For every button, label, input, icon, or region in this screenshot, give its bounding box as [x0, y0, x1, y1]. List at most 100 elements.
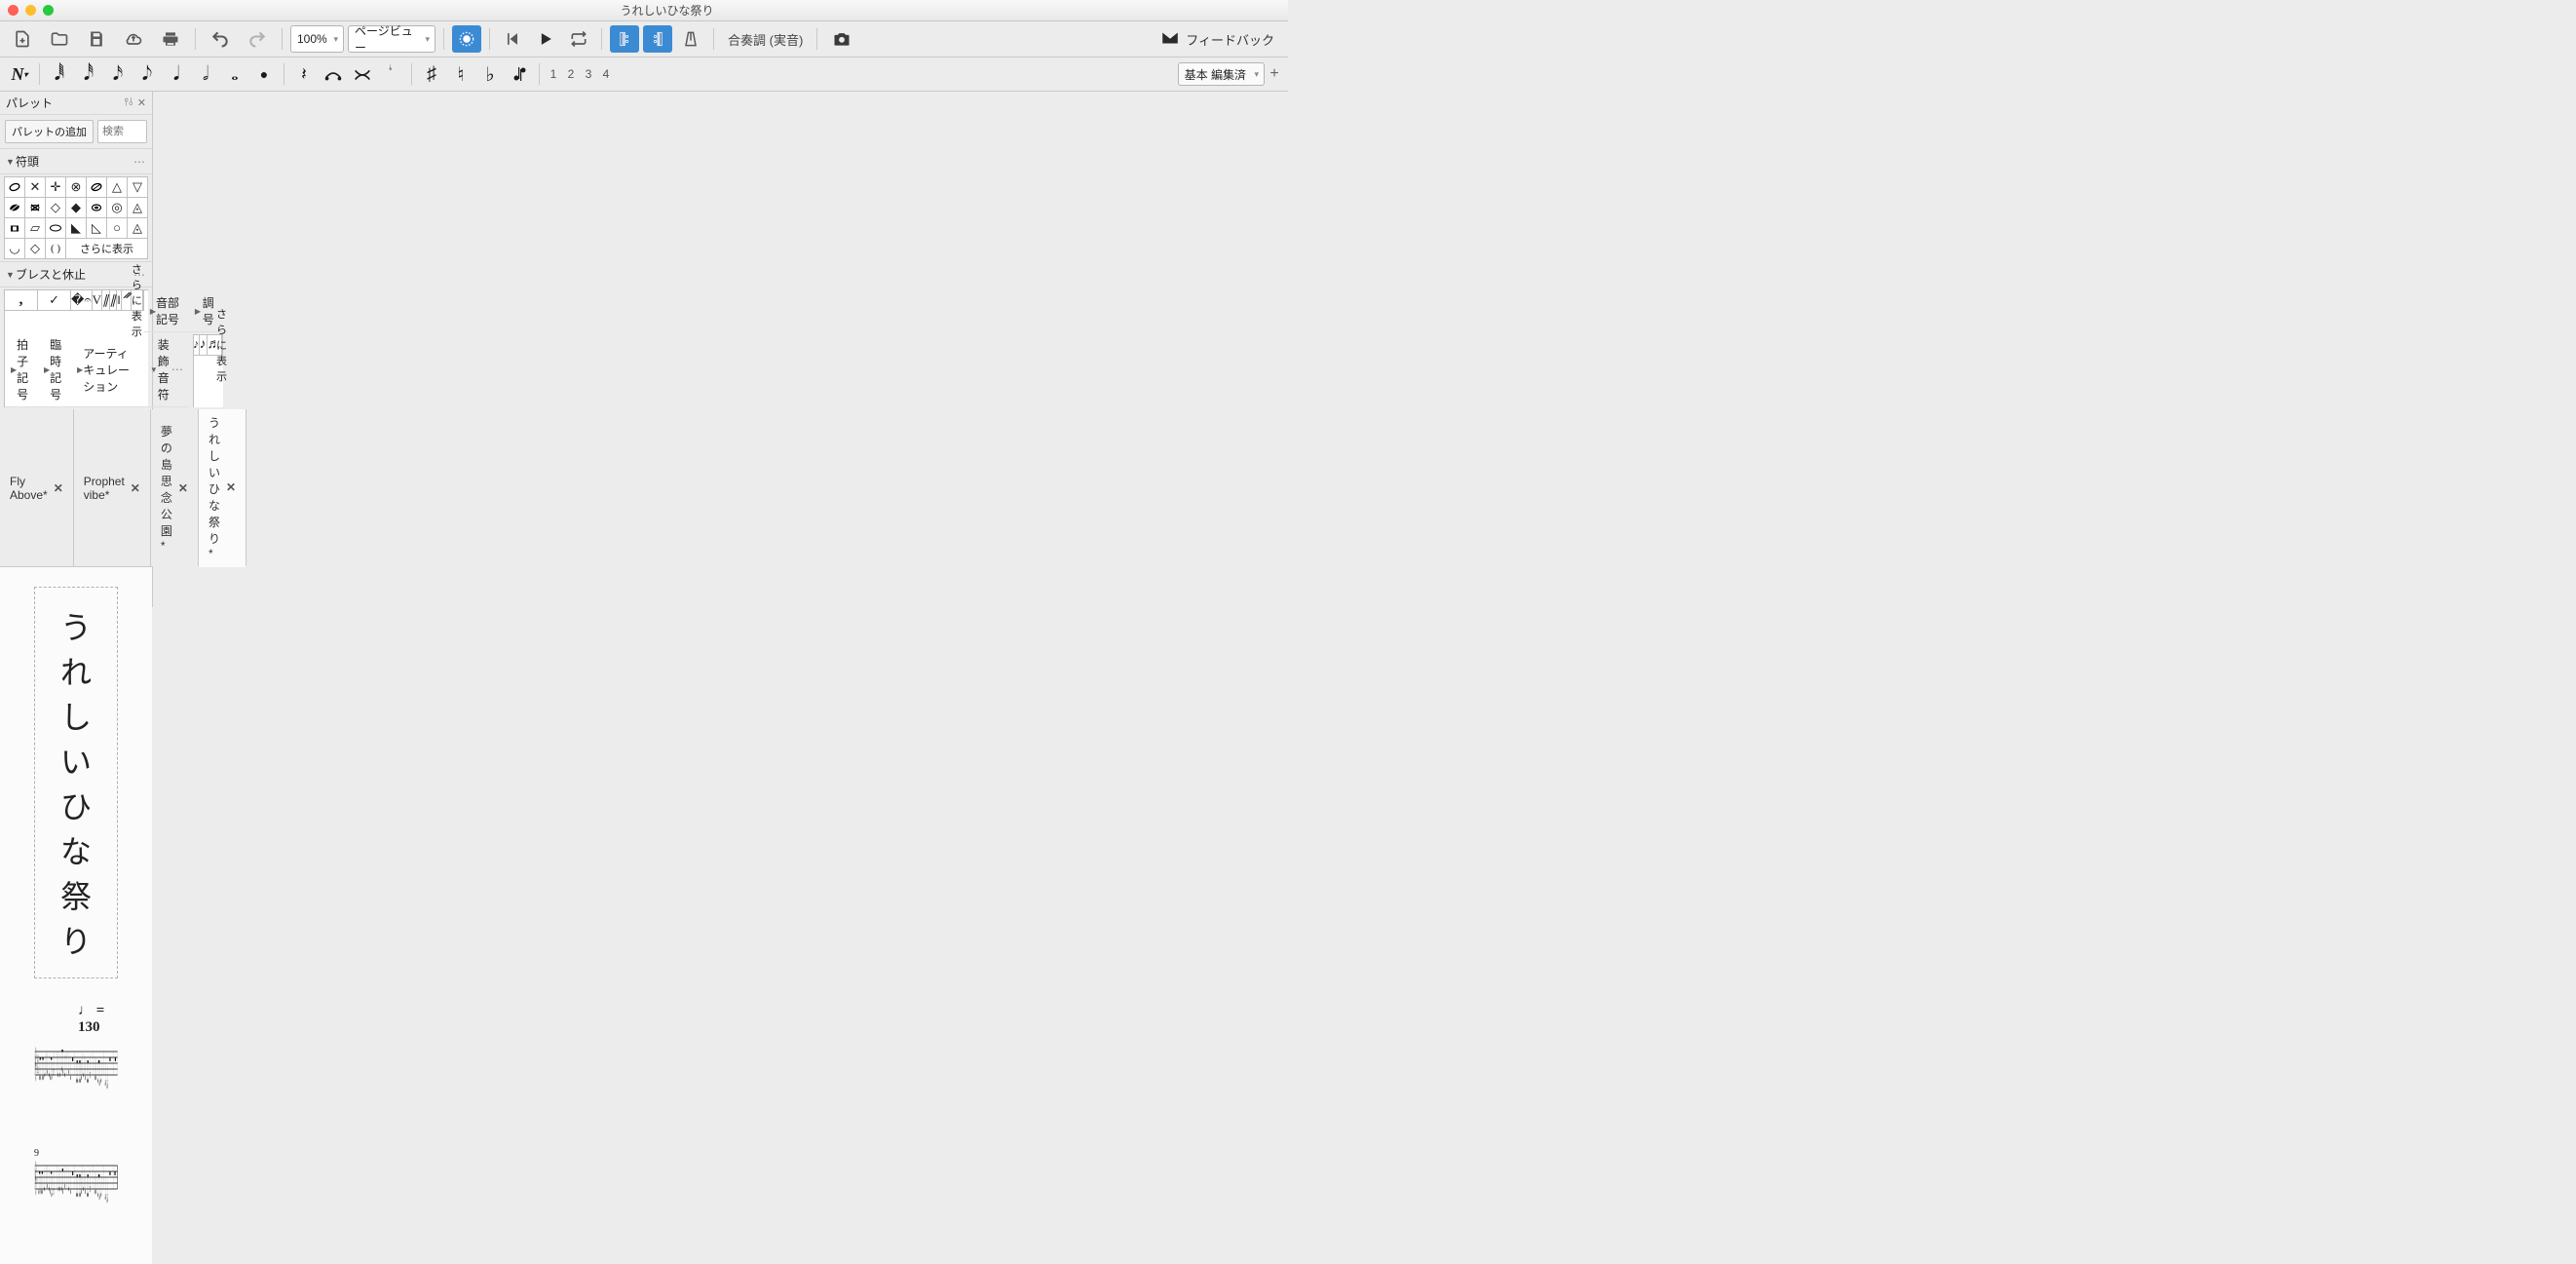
32nd-note-button[interactable]: 𝅘𝅥𝅰	[75, 59, 102, 89]
save-button[interactable]	[80, 25, 113, 53]
notehead-item[interactable]: ◡	[5, 239, 25, 259]
palette-group-gracenotes[interactable]: ▼装飾音符⋯	[144, 332, 189, 407]
flat-button[interactable]: ♭	[476, 59, 504, 89]
close-tab-icon[interactable]: ✕	[54, 481, 63, 495]
breath-item[interactable]: ✓	[38, 290, 71, 311]
gracenote-item[interactable]: ♪	[200, 335, 208, 356]
breath-item[interactable]: 𝄓	[122, 290, 132, 311]
notehead-item[interactable]	[46, 218, 66, 239]
notehead-item[interactable]: ◺	[87, 218, 107, 239]
breath-item[interactable]: ,	[5, 290, 38, 311]
flip-button[interactable]	[506, 59, 533, 89]
staff-system-2[interactable]: 9 𝄞 ♭ ♭	[34, 1152, 118, 1237]
score-title-frame[interactable]: うれしいひな祭り	[34, 587, 118, 978]
voice-4-button[interactable]: 4	[598, 67, 614, 81]
voice-1-button[interactable]: 1	[546, 67, 561, 81]
palette-group-articulations[interactable]: ▶アーティキュレーション	[71, 332, 144, 407]
notehead-item[interactable]: ◬	[128, 198, 148, 218]
palette-group-menu-icon[interactable]: ⋯	[171, 363, 183, 376]
breath-item[interactable]: ∥	[110, 290, 118, 311]
note-input-mode-button[interactable]	[452, 25, 481, 53]
16th-note-button[interactable]: 𝅘𝅥𝅯	[104, 59, 132, 89]
voice-3-button[interactable]: 3	[581, 67, 596, 81]
redo-button[interactable]	[241, 25, 274, 53]
screenshot-button[interactable]	[825, 25, 858, 53]
natural-button[interactable]: ♮	[447, 59, 474, 89]
palette-search-input[interactable]	[97, 120, 147, 143]
notehead-item[interactable]: ✕	[25, 177, 46, 198]
noteheads-more-button[interactable]: さらに表示	[66, 239, 148, 259]
repeat-start-button[interactable]	[610, 25, 639, 53]
palette-undock-icon[interactable]: ⫯⫰	[124, 96, 133, 109]
breath-item[interactable]: 𝄐	[84, 290, 92, 311]
notehead-item[interactable]: ▽	[128, 177, 148, 198]
staff-system-1[interactable]: 𝄞 ♭ ♭ 4 4	[34, 1038, 118, 1123]
doc-tab[interactable]: 夢の島思念公園*✕	[151, 409, 199, 566]
doc-tab[interactable]: Fly Above*✕	[0, 409, 74, 566]
add-workspace-button[interactable]: +	[1267, 65, 1282, 83]
undo-button[interactable]	[204, 25, 237, 53]
zoom-window-button[interactable]	[43, 5, 54, 16]
palette-group-menu-icon[interactable]: ⋯	[133, 155, 146, 169]
notehead-item[interactable]: ◆	[66, 198, 87, 218]
loop-button[interactable]	[564, 25, 593, 53]
feedback-button[interactable]: フィードバック	[1153, 30, 1282, 49]
score-viewport[interactable]: うれしいひな祭り ♩ = 130 𝄞 ♭ ♭ 4 4	[0, 567, 152, 1264]
breath-item[interactable]: V	[93, 290, 102, 311]
palette-close-icon[interactable]: ✕	[137, 96, 146, 109]
notehead-item[interactable]: ✛	[46, 177, 66, 198]
palette-group-accidentals[interactable]: ▶臨時記号	[38, 332, 71, 407]
cloud-save-button[interactable]	[117, 25, 150, 53]
repeat-end-button[interactable]	[643, 25, 672, 53]
palette-group-breaths[interactable]: ▼ ブレスと休止 ⋯	[0, 261, 152, 287]
tempo-marking[interactable]: ♩ = 130	[78, 1003, 118, 1036]
notehead-item[interactable]	[5, 177, 25, 198]
close-tab-icon[interactable]: ✕	[178, 481, 188, 495]
breaths-more-button[interactable]: さらに表示	[132, 290, 143, 311]
workspace-select[interactable]: 基本 編集済	[1178, 62, 1265, 86]
zoom-select[interactable]: 100%	[290, 25, 344, 53]
sharp-button[interactable]: ♯	[418, 59, 445, 89]
gracenotes-more-button[interactable]: さらに表示	[222, 335, 223, 356]
minimize-window-button[interactable]	[25, 5, 36, 16]
close-window-button[interactable]	[8, 5, 19, 16]
play-button[interactable]	[531, 25, 560, 53]
print-button[interactable]	[154, 25, 187, 53]
quarter-note-button[interactable]: 𝅘𝅥	[163, 59, 190, 89]
64th-note-button[interactable]: 𝅘𝅥𝅱	[46, 59, 73, 89]
rewind-button[interactable]	[498, 25, 527, 53]
notehead-item[interactable]	[5, 218, 25, 239]
breath-item[interactable]: � 𝄐 V ∥ ∥ ‖ 𝄓 さらに表示	[71, 290, 144, 311]
dot-button[interactable]: ●	[250, 59, 278, 89]
notehead-item[interactable]: ⊗	[66, 177, 87, 198]
eighth-note-button[interactable]: 𝅘𝅥𝅮	[133, 59, 161, 89]
palette-group-timesig[interactable]: ▶拍子記号	[5, 332, 38, 407]
note-input-dropdown[interactable]: N▾	[6, 59, 33, 89]
notehead-item[interactable]: ◬	[128, 218, 148, 239]
view-mode-select[interactable]: ページビュー	[348, 25, 436, 53]
doc-tab-active[interactable]: うれしいひな祭り*✕	[199, 409, 246, 567]
concert-pitch-button[interactable]: 合奏調 (実音)	[722, 30, 809, 49]
whole-note-button[interactable]: 𝅝	[221, 59, 248, 89]
notehead-item[interactable]: △	[107, 177, 128, 198]
notehead-item[interactable]: ( )	[46, 239, 66, 259]
new-file-button[interactable]	[6, 25, 39, 53]
notehead-item[interactable]: ▱	[25, 218, 46, 239]
breath-item[interactable]: ∥	[102, 290, 110, 311]
notehead-item[interactable]: ◎	[107, 198, 128, 218]
notehead-item[interactable]: ◣	[66, 218, 87, 239]
palette-group-clefs[interactable]: ▶音部記号	[144, 290, 189, 332]
add-palette-button[interactable]: パレットの追加	[5, 120, 94, 143]
slur-button[interactable]	[349, 59, 376, 89]
marcato-button[interactable]: 𝆭	[378, 59, 405, 89]
notehead-item[interactable]: ◇	[46, 198, 66, 218]
metronome-button[interactable]	[676, 25, 705, 53]
rest-button[interactable]: 𝄽	[290, 59, 318, 89]
notehead-item[interactable]	[25, 198, 46, 218]
score-title[interactable]: うれしいひな祭り	[55, 603, 97, 962]
doc-tab[interactable]: Prophet vibe*✕	[74, 409, 151, 566]
palette-group-noteheads[interactable]: ▼ 符頭 ⋯	[0, 148, 152, 174]
notehead-item[interactable]	[87, 177, 107, 198]
close-tab-icon[interactable]: ✕	[131, 481, 140, 495]
voice-2-button[interactable]: 2	[563, 67, 579, 81]
